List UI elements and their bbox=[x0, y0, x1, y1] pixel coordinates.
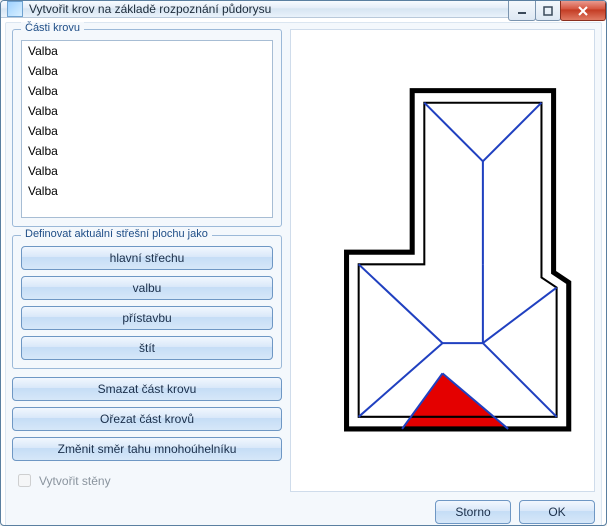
titlebar: Vytvořit krov na základě rozpoznání půdo… bbox=[1, 1, 606, 18]
define-button-stack: hlavní střechu valbu přístavbu štít bbox=[21, 246, 273, 360]
columns: Části krovu ValbaValbaValbaValbaValbaVal… bbox=[12, 29, 595, 492]
list-item[interactable]: Valba bbox=[22, 161, 272, 181]
create-walls-row[interactable]: Vytvořit stěny bbox=[12, 469, 282, 492]
window-title: Vytvořit krov na základě rozpoznání půdo… bbox=[29, 2, 271, 16]
maximize-button[interactable] bbox=[535, 1, 561, 21]
list-item[interactable]: Valba bbox=[22, 41, 272, 61]
define-group-title: Definovat aktuální střešní plochu jako bbox=[21, 228, 212, 240]
define-groupbox: Definovat aktuální střešní plochu jako h… bbox=[12, 235, 282, 369]
list-item[interactable]: Valba bbox=[22, 181, 272, 201]
list-item[interactable]: Valba bbox=[22, 61, 272, 81]
delete-part-button[interactable]: Smazat část krovu bbox=[12, 377, 282, 401]
parts-groupbox: Části krovu ValbaValbaValbaValbaValbaVal… bbox=[12, 29, 282, 227]
cancel-button[interactable]: Storno bbox=[435, 500, 511, 524]
roof-outline bbox=[347, 91, 569, 429]
left-column: Části krovu ValbaValbaValbaValbaValbaVal… bbox=[12, 29, 282, 492]
main-roof-button[interactable]: hlavní střechu bbox=[21, 246, 273, 270]
dialog-body: Části krovu ValbaValbaValbaValbaValbaVal… bbox=[5, 22, 602, 526]
list-item[interactable]: Valba bbox=[22, 81, 272, 101]
ok-button[interactable]: OK bbox=[519, 500, 595, 524]
gable-button[interactable]: štít bbox=[21, 336, 273, 360]
dialog-window: Vytvořit krov na základě rozpoznání půdo… bbox=[0, 0, 607, 526]
hip-button[interactable]: valbu bbox=[21, 276, 273, 300]
dialog-footer: Storno OK bbox=[12, 492, 595, 524]
parts-listbox[interactable]: ValbaValbaValbaValbaValbaValbaValbaValba bbox=[21, 40, 273, 218]
highlighted-face bbox=[402, 373, 508, 429]
window-controls bbox=[509, 1, 606, 21]
list-item[interactable]: Valba bbox=[22, 121, 272, 141]
roof-inner-offset bbox=[359, 103, 557, 417]
app-icon bbox=[7, 1, 23, 17]
roof-preview bbox=[291, 30, 594, 474]
roof-ridge-lines bbox=[359, 103, 557, 429]
clip-parts-button[interactable]: Ořezat část krovů bbox=[12, 407, 282, 431]
list-item[interactable]: Valba bbox=[22, 101, 272, 121]
reverse-direction-button[interactable]: Změnit směr tahu mnohoúhelníku bbox=[12, 437, 282, 461]
list-item[interactable]: Valba bbox=[22, 141, 272, 161]
action-button-stack: Smazat část krovu Ořezat část krovů Změn… bbox=[12, 377, 282, 461]
create-walls-checkbox[interactable] bbox=[18, 474, 31, 487]
create-walls-label: Vytvořit stěny bbox=[39, 474, 111, 488]
preview-panel bbox=[290, 29, 595, 492]
extension-button[interactable]: přístavbu bbox=[21, 306, 273, 330]
parts-group-title: Části krovu bbox=[21, 22, 84, 34]
minimize-button[interactable] bbox=[508, 1, 536, 21]
close-button[interactable] bbox=[560, 1, 606, 21]
